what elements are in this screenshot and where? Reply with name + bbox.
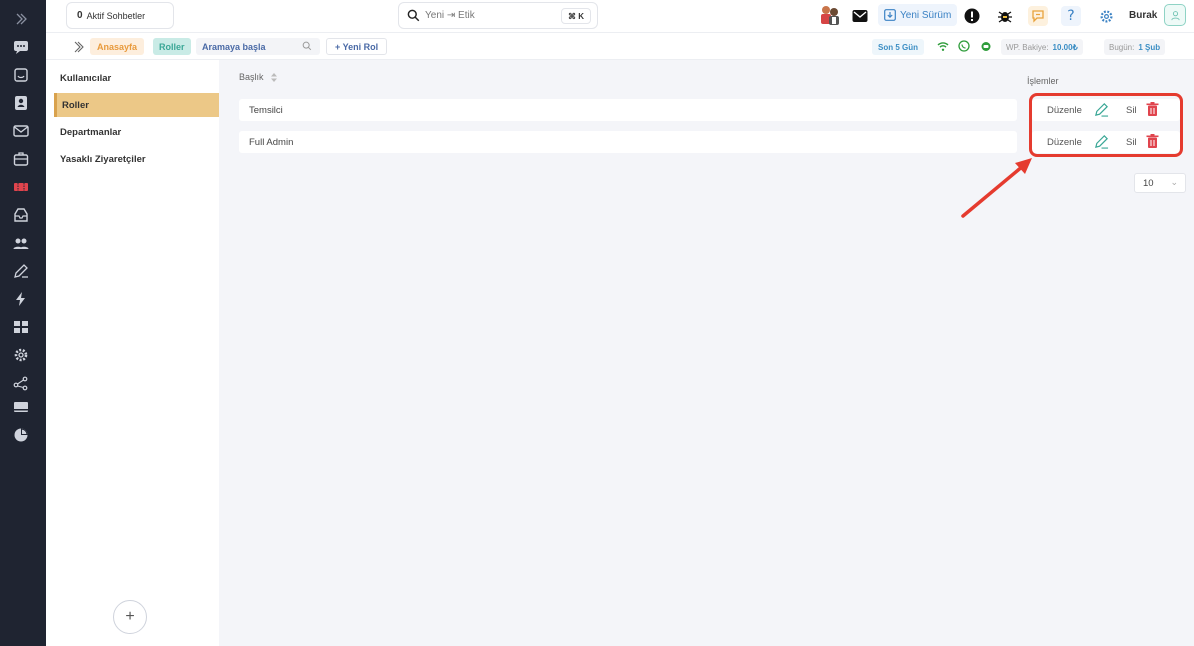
- top-bar: 0 Aktif Sohbetler Yeni ⇥ Etik ⌘ K Yeni S…: [46, 0, 1194, 33]
- active-chats-button[interactable]: 0 Aktif Sohbetler: [66, 2, 174, 29]
- users-icon[interactable]: [12, 234, 30, 252]
- breadcrumb-current[interactable]: Roller: [153, 38, 191, 55]
- whatsapp-icon: [958, 40, 970, 52]
- period-filter-button[interactable]: Son 5 Gün: [872, 39, 924, 55]
- page-size-select[interactable]: 10 ⌄: [1134, 173, 1186, 193]
- wifi-icon: [937, 42, 949, 51]
- flash-icon[interactable]: [12, 290, 30, 308]
- briefcase-icon[interactable]: [12, 150, 30, 168]
- download-icon: [884, 9, 896, 21]
- settings-item-departments[interactable]: Departmanlar: [54, 120, 219, 144]
- column-title-label: Başlık: [239, 72, 264, 82]
- role-search-placeholder: Aramaya başla: [202, 41, 266, 52]
- inbox-icon[interactable]: [12, 206, 30, 224]
- global-search-input[interactable]: Yeni ⇥ Etik ⌘ K: [398, 2, 598, 29]
- table-row-title[interactable]: Full Admin: [239, 131, 1017, 153]
- role-search-input[interactable]: Aramaya başla: [196, 38, 320, 55]
- today-date: Bugün: 1 Şub: [1104, 39, 1166, 55]
- table-row-title[interactable]: Temsilci: [239, 99, 1017, 121]
- chevron-down-icon: ⌄: [1170, 177, 1178, 187]
- mail-icon[interactable]: [850, 6, 870, 26]
- new-version-label: Yeni Sürüm: [900, 9, 952, 21]
- sort-icon: [271, 73, 278, 83]
- wp-balance: WP. Bakiye: 10.00₺: [1001, 39, 1083, 55]
- settings-icon[interactable]: [12, 346, 30, 364]
- conversations-icon[interactable]: [12, 66, 30, 84]
- chat-bubble-icon[interactable]: [1028, 6, 1048, 26]
- share-icon[interactable]: [12, 374, 30, 392]
- settings-item-banned-visitors[interactable]: Yasaklı Ziyaretçiler: [54, 147, 219, 171]
- icon-sidebar: [0, 0, 46, 646]
- search-icon: [407, 9, 420, 22]
- page-size-value: 10: [1143, 177, 1154, 189]
- ticket-icon[interactable]: [12, 178, 30, 196]
- global-search-placeholder: Yeni ⇥ Etik: [425, 10, 475, 21]
- new-role-button[interactable]: + Yeni Rol: [326, 38, 388, 55]
- annotation-arrow: [961, 158, 1032, 218]
- status-robot-icon: [981, 42, 991, 51]
- avatar[interactable]: [1164, 4, 1186, 26]
- mail-icon[interactable]: [12, 122, 30, 140]
- today-label: Bugün:: [1109, 42, 1135, 52]
- edit-icon[interactable]: [12, 262, 30, 280]
- gear-icon[interactable]: [1096, 6, 1116, 26]
- new-version-button[interactable]: Yeni Sürüm: [878, 4, 958, 26]
- breadcrumb: Anasayfa Roller Aramaya başla + Yeni Rol…: [46, 33, 1194, 60]
- search-shortcut: ⌘ K: [561, 8, 591, 24]
- contacts-icon[interactable]: [12, 94, 30, 112]
- actions-highlight-box: [1029, 93, 1183, 157]
- card-icon[interactable]: [12, 398, 30, 416]
- active-chats-label: Aktif Sohbetler: [86, 10, 146, 21]
- wp-balance-value: 10.00₺: [1052, 42, 1078, 52]
- grid-icon[interactable]: [12, 318, 30, 336]
- breadcrumb-home[interactable]: Anasayfa: [90, 38, 145, 55]
- bug-icon[interactable]: [995, 6, 1015, 26]
- chat-icon[interactable]: [12, 38, 30, 56]
- wp-balance-label: WP. Bakiye:: [1006, 42, 1049, 52]
- pie-chart-icon[interactable]: [12, 426, 30, 444]
- settings-item-users[interactable]: Kullanıcılar: [54, 66, 219, 90]
- column-header-title[interactable]: Başlık: [239, 72, 278, 83]
- settings-menu: Kullanıcılar Roller Departmanlar Yasaklı…: [46, 60, 219, 646]
- user-name[interactable]: Burak: [1129, 10, 1157, 21]
- active-chats-count: 0: [77, 10, 83, 21]
- chevron-right-icon[interactable]: [73, 41, 85, 53]
- user-icon: [1170, 10, 1180, 20]
- settings-item-roles[interactable]: Roller: [54, 93, 219, 117]
- agents-avatar-icon[interactable]: [818, 3, 842, 27]
- help-icon[interactable]: ?: [1061, 6, 1081, 26]
- alert-icon[interactable]: [962, 6, 982, 26]
- column-header-actions: İşlemler: [1027, 76, 1059, 86]
- search-icon: [302, 41, 312, 51]
- expand-icon[interactable]: [12, 10, 30, 28]
- today-value: 1 Şub: [1138, 42, 1161, 52]
- add-button[interactable]: +: [113, 600, 147, 634]
